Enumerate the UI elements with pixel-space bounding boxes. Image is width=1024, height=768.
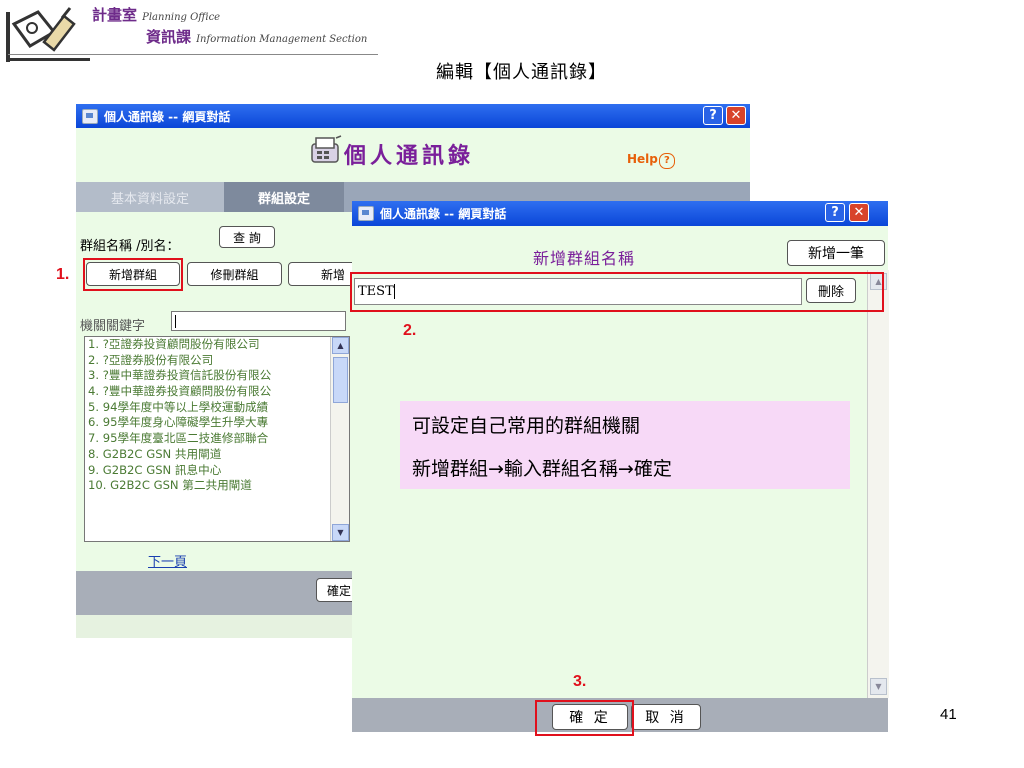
group-name-label: 群組名稱 /別名： xyxy=(80,239,180,254)
list-item[interactable]: 6. 95學年度身心障礙學生升學大專 xyxy=(85,415,349,431)
list-item[interactable]: 5. 94學年度中等以上學校運動成績 xyxy=(85,400,349,416)
highlight-ok-button xyxy=(535,700,634,736)
tab-group-settings[interactable]: 群組設定 xyxy=(224,182,344,212)
org-line-1: 計畫室 Planning Office xyxy=(92,4,220,25)
slide-title: 編輯【個人通訊錄】 xyxy=(436,62,607,83)
ie-window-icon xyxy=(82,108,98,124)
tab-basic-settings[interactable]: 基本資料設定 xyxy=(76,182,224,212)
help-icon[interactable]: ? xyxy=(825,203,845,222)
list-item[interactable]: 1. ?亞證券投資顧問股份有限公司 xyxy=(85,337,349,353)
org-name-en-2: Information Management Section xyxy=(196,34,368,45)
annotation-line-2: 新增群組→輸入群組名稱→確定 xyxy=(412,458,672,480)
highlight-name-input xyxy=(350,272,884,312)
list-item[interactable]: 2. ?亞證券股份有限公司 xyxy=(85,353,349,369)
scroll-thumb[interactable] xyxy=(333,357,348,403)
help-link[interactable]: Help? xyxy=(627,152,675,169)
new-button[interactable]: 新增 xyxy=(288,262,358,286)
next-page-link[interactable]: 下一頁 xyxy=(148,551,187,570)
close-icon[interactable]: ✕ xyxy=(726,106,746,125)
annotation-line-1: 可設定自己常用的群組機關 xyxy=(412,415,641,437)
dialog-titlebar[interactable]: 個人通訊錄 -- 網頁對話 ? ✕ xyxy=(352,201,888,226)
window1-title: 個人通訊錄 -- 網頁對話 xyxy=(104,109,231,124)
list-item[interactable]: 9. G2B2C GSN 訊息中心 xyxy=(85,463,349,479)
help-icon[interactable]: ? xyxy=(703,106,723,125)
cancel-button[interactable]: 取 消 xyxy=(631,704,701,730)
window1-titlebar[interactable]: 個人通訊錄 -- 網頁對話 ? ✕ xyxy=(76,104,750,128)
text-caret xyxy=(175,315,176,328)
scroll-down-icon[interactable]: ▼ xyxy=(332,524,349,541)
list-item[interactable]: 7. 95學年度臺北區二技進修部聯合 xyxy=(85,431,349,447)
org-name-cn-2: 資訊課 xyxy=(146,28,192,46)
list-item[interactable]: 8. G2B2C GSN 共用閘道 xyxy=(85,447,349,463)
step-2-label: 2. xyxy=(403,322,417,339)
highlight-add-group xyxy=(83,258,183,291)
app-title: 個人通訊錄 xyxy=(344,144,475,169)
page-number: 41 xyxy=(940,706,957,723)
list-item[interactable]: 4. ?豐中華證券投資顧問股份有限公 xyxy=(85,384,349,400)
list-item[interactable]: 3. ?豐中華證券投資信託股份有限公 xyxy=(85,368,349,384)
close-icon[interactable]: ✕ xyxy=(849,203,869,222)
list-scrollbar[interactable]: ▲ ▼ xyxy=(330,337,349,541)
dialog-scrollbar[interactable]: ▲ ▼ xyxy=(867,270,889,698)
header-divider xyxy=(8,54,378,55)
slide-header: 計畫室 Planning Office 資訊課 Information Mana… xyxy=(0,0,400,70)
step-1-label: 1. xyxy=(56,266,70,283)
org-list[interactable]: 1. ?亞證券投資顧問股份有限公司 2. ?亞證券股份有限公司 3. ?豐中華證… xyxy=(84,336,350,542)
scroll-up-icon[interactable]: ▲ xyxy=(332,337,349,354)
org-name-cn-1: 計畫室 xyxy=(92,6,138,24)
org-name-en-1: Planning Office xyxy=(142,12,221,23)
step-3-label: 3. xyxy=(573,673,587,690)
query-button[interactable]: 查 詢 xyxy=(219,226,275,248)
help-question-icon: ? xyxy=(658,153,675,169)
confirm-button[interactable]: 確定 xyxy=(316,578,356,602)
scroll-down-icon[interactable]: ▼ xyxy=(870,678,887,695)
address-book-icon xyxy=(311,135,342,163)
edit-group-button[interactable]: 修刪群組 xyxy=(187,262,282,286)
dialog-title: 個人通訊錄 -- 網頁對話 xyxy=(380,207,507,221)
org-keyword-label: 機關關鍵字 xyxy=(80,319,146,334)
add-one-button[interactable]: 新增一筆 xyxy=(787,240,885,266)
org-line-2: 資訊課 Information Management Section xyxy=(146,26,367,47)
list-item[interactable]: 10. G2B2C GSN 第二共用閘道 xyxy=(85,478,349,494)
help-label: Help xyxy=(627,152,658,166)
dialog-heading: 新增群組名稱 xyxy=(533,249,636,268)
org-keyword-input[interactable] xyxy=(171,311,346,331)
ie-window-icon xyxy=(358,206,374,221)
